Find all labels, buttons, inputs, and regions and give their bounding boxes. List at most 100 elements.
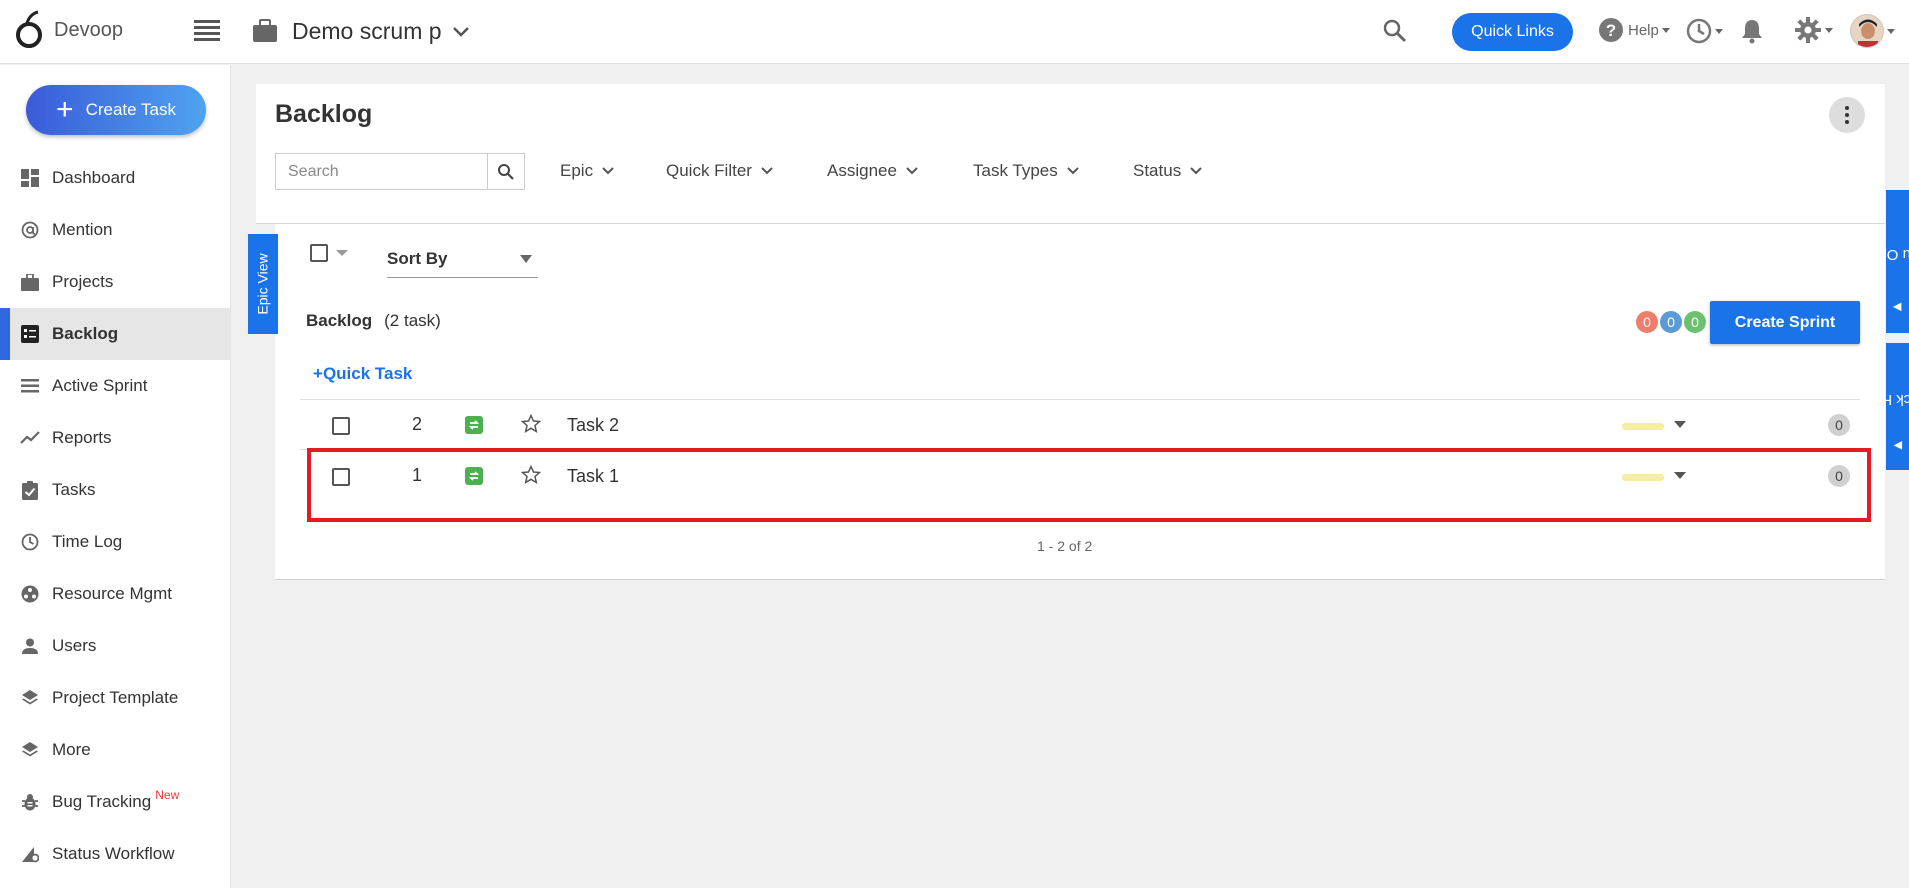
sidebar-item-reports[interactable]: Reports: [0, 412, 231, 464]
briefcase-icon: [253, 19, 277, 42]
backlog-icon: [20, 324, 40, 344]
priority-indicator[interactable]: [1622, 423, 1664, 430]
search-icon[interactable]: [1382, 18, 1408, 44]
layers-icon: [20, 688, 40, 708]
menu-option-tab[interactable]: Menu Option ▶: [1855, 190, 1909, 333]
gear-icon: [1795, 17, 1821, 43]
epic-view-label: Epic View: [255, 253, 271, 315]
sidebar-item-status-workflow[interactable]: Status Workflow: [0, 828, 231, 880]
caret-down-icon: [1661, 27, 1670, 33]
bell-icon[interactable]: [1740, 18, 1764, 44]
hamburger-menu-icon[interactable]: [194, 20, 220, 42]
sidebar-item-label: Active Sprint: [52, 376, 148, 395]
recent-menu[interactable]: [1686, 18, 1723, 44]
star-icon[interactable]: [521, 414, 541, 434]
kebab-dot-icon: [1845, 120, 1849, 124]
new-badge: New: [155, 788, 180, 802]
app-logo[interactable]: Devoop: [14, 10, 123, 50]
create-task-label: Create Task: [85, 100, 176, 119]
sidebar-item-dashboard[interactable]: Dashboard: [0, 152, 231, 204]
at-icon: [20, 220, 40, 240]
chevron-down-icon: [1190, 167, 1202, 175]
status-count-badge: 0: [1684, 311, 1706, 333]
user-icon: [20, 636, 40, 656]
top-bar: Devoop Demo scrum p Quick Links ? Help: [0, 0, 1909, 64]
create-task-button[interactable]: + Create Task: [26, 85, 206, 135]
sidebar-item-resource-mgmt[interactable]: Resource Mgmt: [0, 568, 231, 620]
settings-menu[interactable]: [1794, 16, 1833, 44]
sidebar-item-label: Dashboard: [52, 168, 136, 187]
sidebar-item-label: Projects: [52, 272, 114, 291]
sidebar-item-users[interactable]: Users: [0, 620, 231, 672]
filter-label: Status: [1133, 161, 1182, 180]
sidebar-item-time-log[interactable]: Time Log: [0, 516, 231, 568]
caret-down-icon[interactable]: [1674, 421, 1686, 428]
help-icon: ?: [1599, 18, 1623, 42]
filter-label: Epic: [560, 161, 594, 180]
quick-task-link[interactable]: +Quick Task: [313, 364, 412, 384]
sidebar-item-projects[interactable]: Projects: [0, 256, 231, 308]
clock-icon: [1686, 18, 1712, 44]
sidebar-item-label: Backlog: [52, 324, 119, 343]
user-menu[interactable]: [1850, 14, 1895, 48]
more-options-button[interactable]: [1829, 97, 1865, 133]
quick-help-label: Quick Help: [1860, 390, 1909, 408]
filter-label: Quick Filter: [666, 161, 752, 180]
sort-by-label: Sort By: [387, 248, 448, 268]
chevron-down-icon: [906, 167, 918, 175]
sidebar-item-active-sprint[interactable]: Active Sprint: [0, 360, 231, 412]
row-checkbox[interactable]: [332, 417, 350, 435]
filter-label: Task Types: [973, 161, 1058, 180]
select-all-checkbox[interactable]: [310, 244, 328, 262]
quick-task-label: Quick Task: [322, 364, 413, 383]
chart-line-icon: [20, 428, 40, 448]
filter-epic[interactable]: Epic: [560, 161, 614, 181]
status-count-badge: 0: [1660, 311, 1682, 333]
sort-by-select[interactable]: Sort By: [387, 240, 538, 278]
kebab-dot-icon: [1845, 106, 1849, 110]
menu-option-label: Menu Option: [1854, 245, 1909, 263]
layers-icon: [20, 740, 40, 760]
sidebar-item-label: Status Workflow: [52, 844, 175, 863]
filter-quick-filter[interactable]: Quick Filter: [666, 161, 773, 181]
filter-status[interactable]: Status: [1133, 161, 1202, 181]
table-row[interactable]: 2 Task 2 0: [300, 401, 1860, 449]
plus-icon: +: [56, 93, 74, 126]
sidebar-item-project-template[interactable]: Project Template: [0, 672, 231, 724]
search-input[interactable]: [275, 153, 488, 190]
sidebar-item-mention[interactable]: Mention: [0, 204, 231, 256]
task-name[interactable]: Task 2: [567, 415, 619, 436]
quick-links-button[interactable]: Quick Links: [1452, 13, 1573, 51]
chevron-down-icon: [1067, 167, 1079, 175]
caret-down-icon[interactable]: [336, 250, 348, 256]
sidebar-item-tasks[interactable]: Tasks: [0, 464, 231, 516]
create-sprint-button[interactable]: Create Sprint: [1710, 301, 1860, 344]
clipboard-check-icon: [20, 480, 40, 500]
clock-icon: [20, 532, 40, 552]
sidebar-item-bug-tracking[interactable]: Bug Tracking New: [0, 776, 231, 828]
search-button[interactable]: [487, 153, 525, 190]
highlight-box: [307, 448, 1871, 522]
caret-down-icon: [520, 254, 532, 263]
status-count-badge: 0: [1636, 311, 1658, 333]
sidebar-item-backlog[interactable]: Backlog: [0, 308, 231, 360]
caret-left-icon: ▶: [1893, 300, 1902, 313]
kebab-dot-icon: [1845, 113, 1849, 117]
chevron-down-icon[interactable]: [452, 26, 470, 38]
project-name[interactable]: Demo scrum p: [292, 18, 442, 45]
filter-assignee[interactable]: Assignee: [827, 161, 918, 181]
status-counters: 0 0 0: [1636, 311, 1706, 333]
page-title: Backlog: [275, 100, 373, 128]
sidebar-item-more[interactable]: More: [0, 724, 231, 776]
chevron-down-icon: [761, 167, 773, 175]
filter-task-types[interactable]: Task Types: [973, 161, 1079, 181]
quick-help-tab[interactable]: Quick Help ▶: [1861, 343, 1909, 470]
sidebar-item-label: Tasks: [52, 480, 96, 499]
epic-view-tab[interactable]: Epic View: [248, 234, 278, 334]
select-all-control[interactable]: [310, 244, 348, 262]
pagination-info: 1 - 2 of 2: [1037, 538, 1093, 554]
sidebar-item-label: More: [52, 740, 91, 759]
backlog-count: (2 task): [384, 311, 441, 330]
help-menu[interactable]: ? Help: [1598, 17, 1670, 43]
sprint-icon: [20, 376, 40, 396]
